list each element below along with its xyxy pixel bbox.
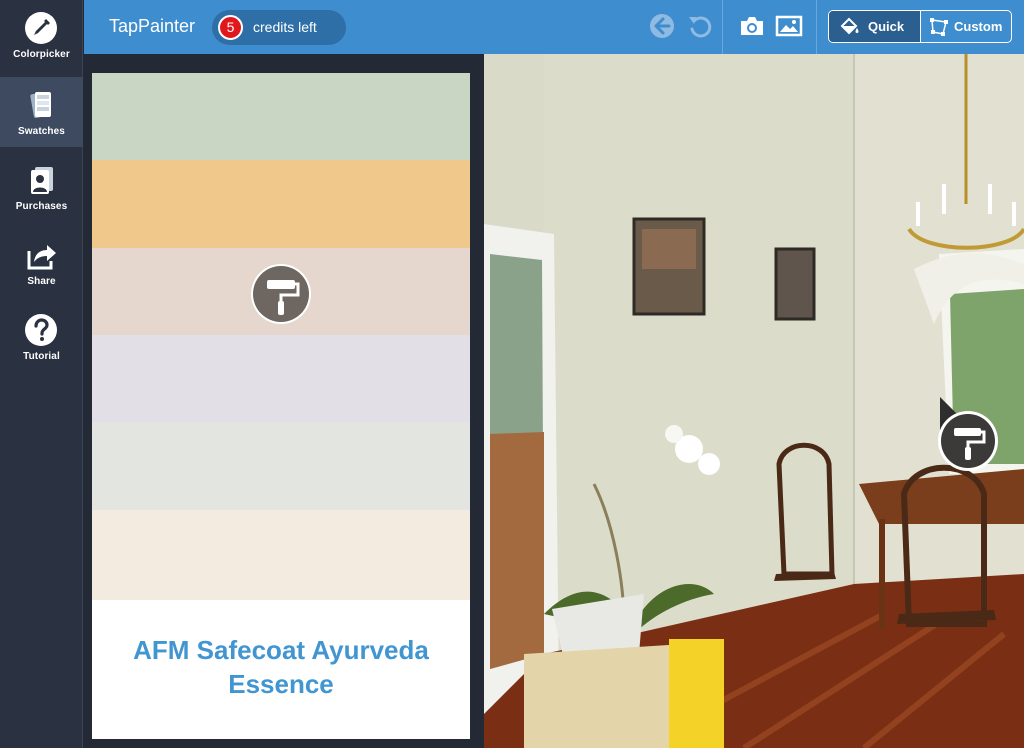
toolbar-divider	[722, 0, 723, 54]
question-icon	[25, 314, 57, 346]
nav-share[interactable]: Share	[0, 227, 83, 297]
paint-mode-toggle: Quick Custom	[828, 10, 1012, 43]
undo-icon[interactable]	[685, 11, 715, 41]
image-gallery-icon[interactable]	[774, 11, 804, 41]
eyedropper-icon	[25, 12, 57, 44]
swatch-color[interactable]	[92, 73, 470, 160]
back-arrow-icon[interactable]	[647, 11, 677, 41]
app-title: TapPainter	[109, 16, 196, 36]
swatch-color[interactable]	[92, 422, 470, 510]
sidebar-nav: Colorpicker Swatches Purchases Share Tut…	[0, 0, 83, 748]
camera-icon[interactable]	[737, 11, 767, 41]
nav-share-label: Share	[27, 276, 56, 287]
share-icon	[27, 245, 56, 270]
toolbar-divider	[816, 0, 817, 54]
swatch-card: AFM Safecoat Ayurveda Essence	[92, 73, 470, 739]
paint-roller-cursor-icon[interactable]	[936, 397, 1002, 477]
top-bar: TapPainter 5 credits left Quick Custom	[84, 0, 1024, 54]
polygon-select-icon	[930, 18, 948, 36]
custom-mode-button[interactable]: Custom	[920, 11, 1011, 42]
nav-purchases-label: Purchases	[15, 201, 68, 212]
quick-mode-button[interactable]: Quick	[829, 11, 920, 42]
swatch-color[interactable]	[92, 510, 470, 600]
room-photo[interactable]	[484, 54, 1024, 748]
credits-count-badge: 5	[218, 15, 243, 40]
swatch-color[interactable]	[92, 160, 470, 248]
nav-tutorial-label: Tutorial	[23, 351, 60, 362]
nav-purchases[interactable]: Purchases	[0, 152, 83, 222]
custom-mode-label: Custom	[954, 19, 1003, 34]
swatch-color-name: AFM Safecoat Ayurveda Essence	[133, 635, 429, 699]
credits-pill[interactable]: 5 credits left	[212, 10, 346, 45]
quick-mode-label: Quick	[868, 19, 905, 34]
paint-roller-button[interactable]	[250, 263, 312, 325]
purchases-icon	[31, 167, 53, 194]
paint-bucket-icon	[840, 17, 859, 35]
swatch-color[interactable]	[92, 335, 470, 422]
nav-tutorial[interactable]: Tutorial	[0, 302, 83, 372]
nav-colorpicker-label: Colorpicker	[13, 49, 70, 60]
credits-label: credits left	[253, 19, 317, 35]
nav-swatches[interactable]: Swatches	[0, 77, 83, 147]
nav-colorpicker[interactable]: Colorpicker	[0, 0, 83, 70]
nav-swatches-label: Swatches	[18, 126, 65, 137]
swatches-icon	[30, 92, 51, 118]
